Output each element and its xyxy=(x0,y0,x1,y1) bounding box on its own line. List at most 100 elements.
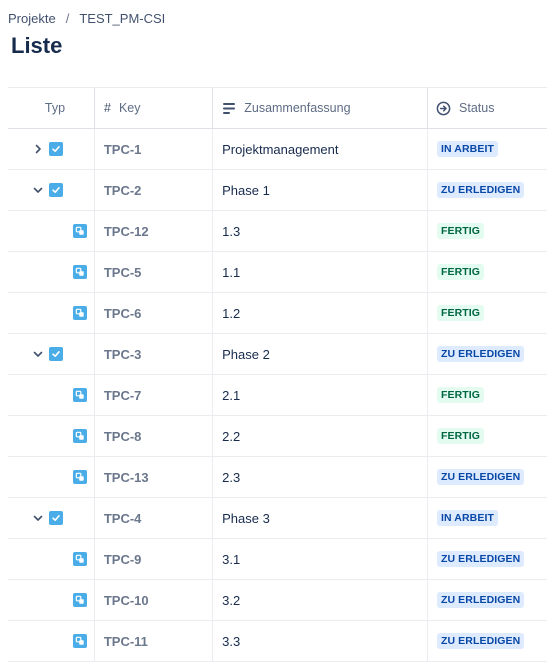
issue-key-link[interactable]: TPC-1 xyxy=(95,129,214,169)
column-header-key-label: Key xyxy=(118,101,141,115)
page-title: Liste xyxy=(11,33,63,58)
issue-key-link[interactable]: TPC-5 xyxy=(95,252,214,292)
text-lines-icon xyxy=(223,102,236,114)
column-header-type[interactable]: Typ xyxy=(8,88,95,128)
status-cell: FERTIG xyxy=(428,211,547,251)
table-row[interactable]: TPC-6 1.2 FERTIG xyxy=(8,293,547,334)
column-header-summary-label: Zusammenfassung xyxy=(244,101,351,115)
issue-key-link[interactable]: TPC-7 xyxy=(95,375,214,415)
task-type-icon xyxy=(49,183,63,197)
table-row[interactable]: TPC-7 2.1 FERTIG xyxy=(8,375,547,416)
chevron-down-icon[interactable] xyxy=(32,348,44,360)
table-body: TPC-1 Projektmanagement IN ARBEIT TPC-2 Phas… xyxy=(8,129,547,662)
subtask-type-icon xyxy=(73,552,87,566)
table-row[interactable]: TPC-11 3.3 ZU ERLEDIGEN xyxy=(8,621,547,662)
table-row[interactable]: TPC-3 Phase 2 ZU ERLEDIGEN xyxy=(8,334,547,375)
breadcrumb-projects-link[interactable]: Projekte xyxy=(8,11,56,26)
issue-summary[interactable]: 3.3 xyxy=(213,621,428,661)
status-badge[interactable]: FERTIG xyxy=(436,223,485,239)
issue-table: Typ # Key Zusammenfassung Status TPC-1 Pr… xyxy=(8,87,547,662)
issue-key-link[interactable]: TPC-2 xyxy=(95,170,214,210)
issue-summary[interactable]: 1.1 xyxy=(213,252,428,292)
issue-key-link[interactable]: TPC-4 xyxy=(95,498,214,538)
subtask-type-icon xyxy=(73,306,87,320)
status-badge[interactable]: FERTIG xyxy=(436,264,485,280)
task-type-icon xyxy=(49,511,63,525)
type-cell xyxy=(8,293,95,333)
status-badge[interactable]: ZU ERLEDIGEN xyxy=(436,182,525,198)
type-cell xyxy=(8,416,95,456)
type-cell xyxy=(8,539,95,579)
issue-key-link[interactable]: TPC-13 xyxy=(95,457,214,497)
issue-key-link[interactable]: TPC-9 xyxy=(95,539,214,579)
column-header-status[interactable]: Status xyxy=(428,88,547,128)
issue-summary[interactable]: 2.2 xyxy=(213,416,428,456)
status-cell: ZU ERLEDIGEN xyxy=(428,621,547,661)
issue-summary[interactable]: 3.2 xyxy=(213,580,428,620)
table-row[interactable]: TPC-1 Projektmanagement IN ARBEIT xyxy=(8,129,547,170)
issue-summary[interactable]: Projektmanagement xyxy=(213,129,428,169)
column-header-summary[interactable]: Zusammenfassung xyxy=(213,88,429,128)
chevron-down-icon[interactable] xyxy=(32,184,44,196)
status-cell: IN ARBEIT xyxy=(428,498,547,538)
issue-summary[interactable]: 1.2 xyxy=(213,293,428,333)
status-badge[interactable]: ZU ERLEDIGEN xyxy=(436,551,525,567)
status-badge[interactable]: ZU ERLEDIGEN xyxy=(436,469,525,485)
status-badge[interactable]: FERTIG xyxy=(436,428,485,444)
status-cell: IN ARBEIT xyxy=(428,129,547,169)
task-type-icon xyxy=(49,142,63,156)
subtask-type-icon xyxy=(73,388,87,402)
status-cell: ZU ERLEDIGEN xyxy=(428,539,547,579)
issue-summary[interactable]: 1.3 xyxy=(213,211,428,251)
issue-key-link[interactable]: TPC-8 xyxy=(95,416,214,456)
table-row[interactable]: TPC-13 2.3 ZU ERLEDIGEN xyxy=(8,457,547,498)
issue-summary[interactable]: Phase 3 xyxy=(213,498,428,538)
table-row[interactable]: TPC-5 1.1 FERTIG xyxy=(8,252,547,293)
status-cell: ZU ERLEDIGEN xyxy=(428,170,547,210)
status-badge[interactable]: ZU ERLEDIGEN xyxy=(436,346,525,362)
type-cell xyxy=(8,211,95,251)
issue-key-link[interactable]: TPC-10 xyxy=(95,580,214,620)
status-cell: ZU ERLEDIGEN xyxy=(428,334,547,374)
breadcrumb-project-link[interactable]: TEST_PM-CSI xyxy=(79,11,165,26)
status-badge[interactable]: FERTIG xyxy=(436,305,485,321)
table-row[interactable]: TPC-10 3.2 ZU ERLEDIGEN xyxy=(8,580,547,621)
subtask-type-icon xyxy=(73,224,87,238)
column-header-type-label: Typ xyxy=(44,101,66,115)
subtask-type-icon xyxy=(73,593,87,607)
status-badge[interactable]: FERTIG xyxy=(436,387,485,403)
issue-key-link[interactable]: TPC-11 xyxy=(95,621,214,661)
status-arrow-icon xyxy=(436,101,451,116)
column-header-key[interactable]: # Key xyxy=(95,88,214,128)
table-row[interactable]: TPC-9 3.1 ZU ERLEDIGEN xyxy=(8,539,547,580)
issue-summary[interactable]: 3.1 xyxy=(213,539,428,579)
subtask-type-icon xyxy=(73,470,87,484)
status-cell: ZU ERLEDIGEN xyxy=(428,457,547,497)
table-row[interactable]: TPC-12 1.3 FERTIG xyxy=(8,211,547,252)
issue-summary[interactable]: 2.3 xyxy=(213,457,428,497)
hash-icon: # xyxy=(104,101,111,115)
chevron-right-icon[interactable] xyxy=(32,143,44,155)
chevron-down-icon[interactable] xyxy=(32,512,44,524)
status-badge[interactable]: IN ARBEIT xyxy=(436,141,498,157)
table-row[interactable]: TPC-8 2.2 FERTIG xyxy=(8,416,547,457)
breadcrumb: Projekte / TEST_PM-CSI xyxy=(8,11,165,26)
status-badge[interactable]: IN ARBEIT xyxy=(436,510,498,526)
table-header: Typ # Key Zusammenfassung Status xyxy=(8,87,547,129)
table-row[interactable]: TPC-2 Phase 1 ZU ERLEDIGEN xyxy=(8,170,547,211)
table-row[interactable]: TPC-4 Phase 3 IN ARBEIT xyxy=(8,498,547,539)
type-cell xyxy=(8,170,95,210)
issue-key-link[interactable]: TPC-3 xyxy=(95,334,214,374)
task-type-icon xyxy=(49,347,63,361)
issue-summary[interactable]: Phase 2 xyxy=(213,334,428,374)
status-cell: FERTIG xyxy=(428,416,547,456)
issue-summary[interactable]: 2.1 xyxy=(213,375,428,415)
issue-key-link[interactable]: TPC-6 xyxy=(95,293,214,333)
status-badge[interactable]: ZU ERLEDIGEN xyxy=(436,592,525,608)
type-cell xyxy=(8,580,95,620)
type-cell xyxy=(8,334,95,374)
issue-key-link[interactable]: TPC-12 xyxy=(95,211,214,251)
status-badge[interactable]: ZU ERLEDIGEN xyxy=(436,633,525,649)
type-cell xyxy=(8,375,95,415)
issue-summary[interactable]: Phase 1 xyxy=(213,170,428,210)
